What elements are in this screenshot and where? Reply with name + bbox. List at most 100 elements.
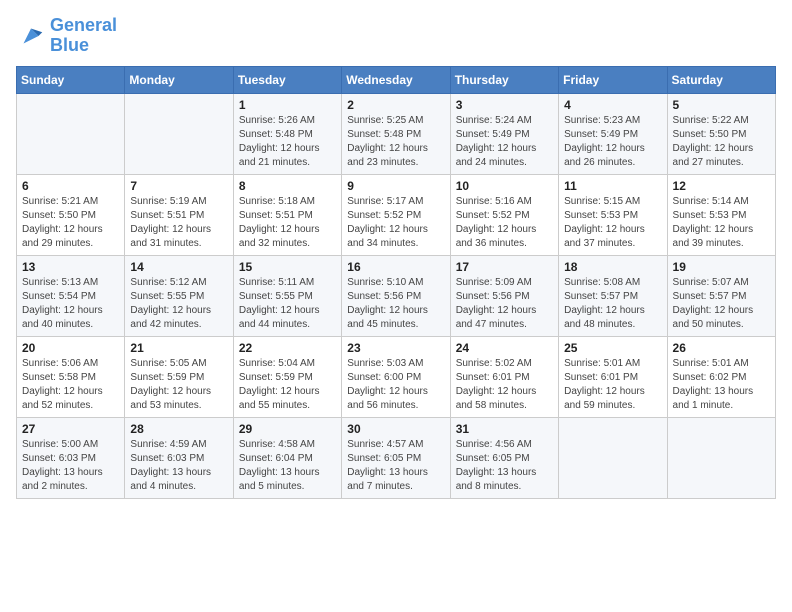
day-info: Sunrise: 5:01 AM Sunset: 6:02 PM Dayligh… [673, 357, 770, 413]
day-info: Sunrise: 5:04 AM Sunset: 5:59 PM Dayligh… [239, 357, 336, 413]
day-cell: 18 Sunrise: 5:08 AM Sunset: 5:57 PM Dayli… [559, 255, 667, 336]
day-number: 17 [456, 260, 553, 274]
day-cell: 28Sunrise: 4:59 AM Sunset: 6:03 PM Dayli… [125, 417, 233, 498]
day-number: 9 [347, 179, 444, 193]
week-row-5: 27 Sunrise: 5:00 AM Sunset: 6:03 PM Dayli… [17, 417, 776, 498]
day-info: Sunrise: 5:17 AM Sunset: 5:52 PM Dayligh… [347, 195, 444, 251]
day-info: Sunrise: 4:56 AM Sunset: 6:05 PM Dayligh… [456, 438, 553, 494]
day-number: 23 [347, 341, 444, 355]
day-info: Sunrise: 5:25 AM Sunset: 5:48 PM Dayligh… [347, 114, 444, 170]
day-number: 5 [673, 98, 770, 112]
col-header-wednesday: Wednesday [342, 66, 450, 93]
day-cell: 15 Sunrise: 5:11 AM Sunset: 5:55 PM Dayli… [233, 255, 341, 336]
col-header-saturday: Saturday [667, 66, 775, 93]
day-info: Sunrise: 4:59 AM Sunset: 6:03 PM Dayligh… [130, 438, 227, 494]
day-number: 12 [673, 179, 770, 193]
day-info: Sunrise: 5:16 AM Sunset: 5:52 PM Dayligh… [456, 195, 553, 251]
day-cell: 25 Sunrise: 5:01 AM Sunset: 6:01 PM Dayli… [559, 336, 667, 417]
day-info: Sunrise: 5:07 AM Sunset: 5:57 PM Dayligh… [673, 276, 770, 332]
day-number: 3 [456, 98, 553, 112]
day-cell: 2 Sunrise: 5:25 AM Sunset: 5:48 PM Daylig… [342, 93, 450, 174]
day-info: Sunrise: 5:24 AM Sunset: 5:49 PM Dayligh… [456, 114, 553, 170]
day-info: Sunrise: 5:02 AM Sunset: 6:01 PM Dayligh… [456, 357, 553, 413]
day-cell [559, 417, 667, 498]
day-info: Sunrise: 5:18 AM Sunset: 5:51 PM Dayligh… [239, 195, 336, 251]
day-info: Sunrise: 5:19 AM Sunset: 5:51 PM Dayligh… [130, 195, 227, 251]
col-header-sunday: Sunday [17, 66, 125, 93]
day-number: 10 [456, 179, 553, 193]
day-cell [667, 417, 775, 498]
day-cell: 13 Sunrise: 5:13 AM Sunset: 5:54 PM Dayli… [17, 255, 125, 336]
day-cell: 16Sunrise: 5:10 AM Sunset: 5:56 PM Dayli… [342, 255, 450, 336]
page-header: General Blue [16, 16, 776, 56]
day-info: Sunrise: 5:09 AM Sunset: 5:56 PM Dayligh… [456, 276, 553, 332]
day-info: Sunrise: 5:21 AM Sunset: 5:50 PM Dayligh… [22, 195, 119, 251]
logo-text: General Blue [50, 16, 117, 56]
day-cell: 23 Sunrise: 5:03 AM Sunset: 6:00 PM Dayli… [342, 336, 450, 417]
day-cell: 24 Sunrise: 5:02 AM Sunset: 6:01 PM Dayli… [450, 336, 558, 417]
day-number: 15 [239, 260, 336, 274]
day-info: Sunrise: 4:57 AM Sunset: 6:05 PM Dayligh… [347, 438, 444, 494]
day-cell: 8 Sunrise: 5:18 AM Sunset: 5:51 PM Daylig… [233, 174, 341, 255]
day-number: 13 [22, 260, 119, 274]
day-info: Sunrise: 5:08 AM Sunset: 5:57 PM Dayligh… [564, 276, 661, 332]
day-info: Sunrise: 5:13 AM Sunset: 5:54 PM Dayligh… [22, 276, 119, 332]
day-info: Sunrise: 5:23 AM Sunset: 5:49 PM Dayligh… [564, 114, 661, 170]
day-number: 25 [564, 341, 661, 355]
day-number: 22 [239, 341, 336, 355]
day-number: 2 [347, 98, 444, 112]
day-number: 14 [130, 260, 227, 274]
day-number: 8 [239, 179, 336, 193]
calendar-header: SundayMondayTuesdayWednesdayThursdayFrid… [17, 66, 776, 93]
day-number: 1 [239, 98, 336, 112]
day-info: Sunrise: 5:06 AM Sunset: 5:58 PM Dayligh… [22, 357, 119, 413]
day-number: 19 [673, 260, 770, 274]
day-info: Sunrise: 5:12 AM Sunset: 5:55 PM Dayligh… [130, 276, 227, 332]
day-cell: 3 Sunrise: 5:24 AM Sunset: 5:49 PM Daylig… [450, 93, 558, 174]
col-header-friday: Friday [559, 66, 667, 93]
day-number: 18 [564, 260, 661, 274]
day-number: 29 [239, 422, 336, 436]
col-header-tuesday: Tuesday [233, 66, 341, 93]
day-cell: 19 Sunrise: 5:07 AM Sunset: 5:57 PM Dayli… [667, 255, 775, 336]
week-row-4: 20 Sunrise: 5:06 AM Sunset: 5:58 PM Dayli… [17, 336, 776, 417]
day-cell: 6 Sunrise: 5:21 AM Sunset: 5:50 PM Daylig… [17, 174, 125, 255]
day-info: Sunrise: 5:14 AM Sunset: 5:53 PM Dayligh… [673, 195, 770, 251]
day-cell: 30 Sunrise: 4:57 AM Sunset: 6:05 PM Dayli… [342, 417, 450, 498]
day-number: 30 [347, 422, 444, 436]
day-number: 20 [22, 341, 119, 355]
day-cell: 7 Sunrise: 5:19 AM Sunset: 5:51 PM Daylig… [125, 174, 233, 255]
day-cell: 22 Sunrise: 5:04 AM Sunset: 5:59 PM Dayli… [233, 336, 341, 417]
day-cell: 21Sunrise: 5:05 AM Sunset: 5:59 PM Dayli… [125, 336, 233, 417]
day-info: Sunrise: 5:01 AM Sunset: 6:01 PM Dayligh… [564, 357, 661, 413]
day-cell: 11 Sunrise: 5:15 AM Sunset: 5:53 PM Dayli… [559, 174, 667, 255]
week-row-3: 13 Sunrise: 5:13 AM Sunset: 5:54 PM Dayli… [17, 255, 776, 336]
day-cell [17, 93, 125, 174]
logo: General Blue [16, 16, 117, 56]
day-info: Sunrise: 5:22 AM Sunset: 5:50 PM Dayligh… [673, 114, 770, 170]
day-number: 7 [130, 179, 227, 193]
day-cell: 27 Sunrise: 5:00 AM Sunset: 6:03 PM Dayli… [17, 417, 125, 498]
calendar-table: SundayMondayTuesdayWednesdayThursdayFrid… [16, 66, 776, 499]
day-number: 4 [564, 98, 661, 112]
day-number: 11 [564, 179, 661, 193]
day-info: Sunrise: 5:15 AM Sunset: 5:53 PM Dayligh… [564, 195, 661, 251]
day-cell: 12 Sunrise: 5:14 AM Sunset: 5:53 PM Dayli… [667, 174, 775, 255]
day-number: 27 [22, 422, 119, 436]
day-info: Sunrise: 5:11 AM Sunset: 5:55 PM Dayligh… [239, 276, 336, 332]
week-row-2: 6 Sunrise: 5:21 AM Sunset: 5:50 PM Daylig… [17, 174, 776, 255]
day-info: Sunrise: 5:00 AM Sunset: 6:03 PM Dayligh… [22, 438, 119, 494]
day-cell: 26Sunrise: 5:01 AM Sunset: 6:02 PM Dayli… [667, 336, 775, 417]
day-number: 24 [456, 341, 553, 355]
day-info: Sunrise: 5:10 AM Sunset: 5:56 PM Dayligh… [347, 276, 444, 332]
day-cell: 31Sunrise: 4:56 AM Sunset: 6:05 PM Dayli… [450, 417, 558, 498]
week-row-1: 1 Sunrise: 5:26 AM Sunset: 5:48 PM Daylig… [17, 93, 776, 174]
day-number: 6 [22, 179, 119, 193]
day-info: Sunrise: 5:03 AM Sunset: 6:00 PM Dayligh… [347, 357, 444, 413]
day-info: Sunrise: 4:58 AM Sunset: 6:04 PM Dayligh… [239, 438, 336, 494]
col-header-monday: Monday [125, 66, 233, 93]
day-cell: 20 Sunrise: 5:06 AM Sunset: 5:58 PM Dayli… [17, 336, 125, 417]
col-header-thursday: Thursday [450, 66, 558, 93]
day-info: Sunrise: 5:05 AM Sunset: 5:59 PM Dayligh… [130, 357, 227, 413]
day-info: Sunrise: 5:26 AM Sunset: 5:48 PM Dayligh… [239, 114, 336, 170]
